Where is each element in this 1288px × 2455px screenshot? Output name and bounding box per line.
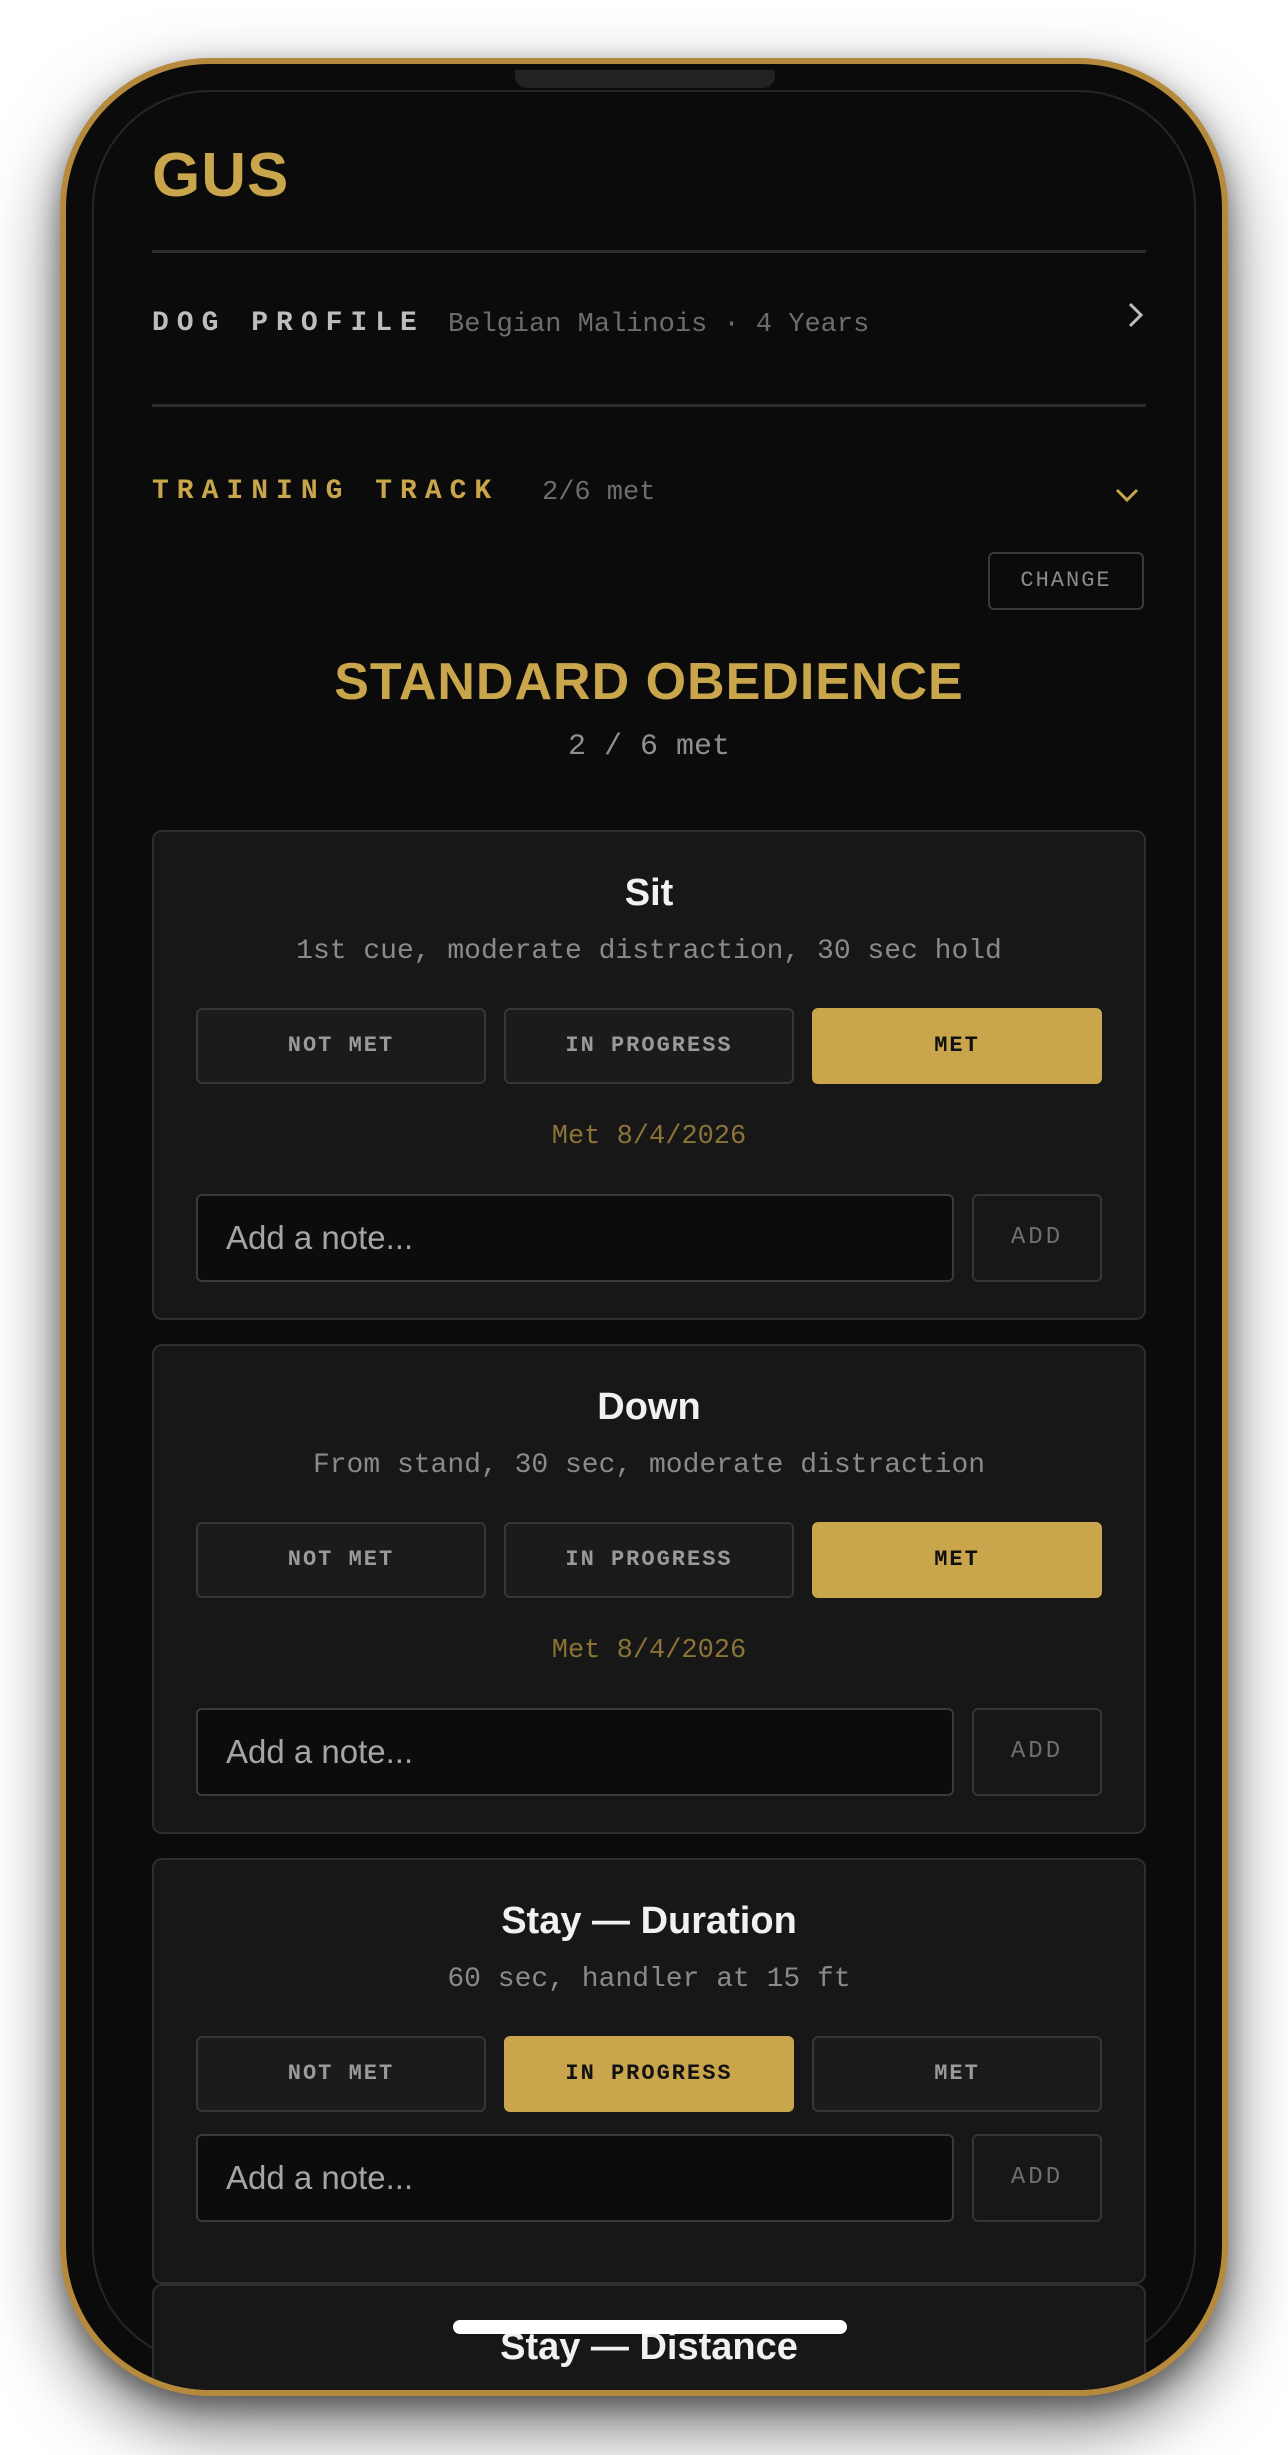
met-date: Met 8/4/2026: [551, 1122, 747, 1152]
add-note-button[interactable]: ADD: [972, 2134, 1102, 2222]
home-indicator[interactable]: [453, 2320, 847, 2334]
note-input[interactable]: [196, 1708, 954, 1796]
skill-card: Stay — Duration 60 sec, handler at 15 ft…: [152, 1858, 1146, 2284]
met-date: Met 8/4/2026: [551, 1636, 747, 1666]
skill-name: Down: [597, 1386, 701, 1428]
training-track-row[interactable]: TRAINING TRACK 2/6 met: [152, 406, 1146, 536]
note-input[interactable]: [196, 1194, 954, 1282]
skill-card: Stay — Distance: [152, 2284, 1146, 2390]
skill-card: Sit 1st cue, moderate distraction, 30 se…: [152, 830, 1146, 1320]
track-title: STANDARD OBEDIENCE: [334, 653, 964, 711]
add-note-button[interactable]: ADD: [972, 1708, 1102, 1796]
skill-description: 60 sec, handler at 15 ft: [447, 1964, 851, 1995]
status-met-button[interactable]: MET: [812, 1008, 1102, 1084]
status-in-progress-button[interactable]: IN PROGRESS: [504, 1522, 794, 1598]
status-in-progress-button[interactable]: IN PROGRESS: [504, 1008, 794, 1084]
training-track-label: TRAINING TRACK: [152, 476, 500, 507]
app-screen: GUS DOG PROFILE Belgian Malinois · 4 Yea…: [66, 64, 1222, 2390]
note-input[interactable]: [196, 2134, 954, 2222]
skill-card: Down From stand, 30 sec, moderate distra…: [152, 1344, 1146, 1834]
training-track-progress: 2/6 met: [542, 478, 656, 508]
change-track-button[interactable]: CHANGE: [988, 552, 1144, 610]
skill-name: Sit: [624, 872, 674, 914]
track-met-count: 2 / 6 met: [567, 730, 731, 764]
chevron-right-icon: [1126, 294, 1146, 339]
status-not-met-button[interactable]: NOT MET: [196, 1008, 486, 1084]
dog-profile-row[interactable]: DOG PROFILE Belgian Malinois · 4 Years: [152, 252, 1146, 402]
chevron-down-icon: [1114, 486, 1140, 509]
phone-frame: GUS DOG PROFILE Belgian Malinois · 4 Yea…: [60, 58, 1228, 2396]
status-in-progress-button[interactable]: IN PROGRESS: [504, 2036, 794, 2112]
status-met-button[interactable]: MET: [812, 2036, 1102, 2112]
skill-description: From stand, 30 sec, moderate distraction: [312, 1450, 986, 1481]
status-not-met-button[interactable]: NOT MET: [196, 1522, 486, 1598]
status-not-met-button[interactable]: NOT MET: [196, 2036, 486, 2112]
device-notch: [515, 70, 775, 88]
add-note-button[interactable]: ADD: [972, 1194, 1102, 1282]
status-met-button[interactable]: MET: [812, 1522, 1102, 1598]
skill-description: 1st cue, moderate distraction, 30 sec ho…: [296, 936, 1002, 967]
dog-profile-summary: Belgian Malinois · 4 Years: [448, 310, 870, 340]
skill-name: Stay — Duration: [501, 1900, 797, 1942]
dog-profile-label: DOG PROFILE: [152, 308, 425, 339]
dog-name-title: GUS: [152, 141, 290, 210]
